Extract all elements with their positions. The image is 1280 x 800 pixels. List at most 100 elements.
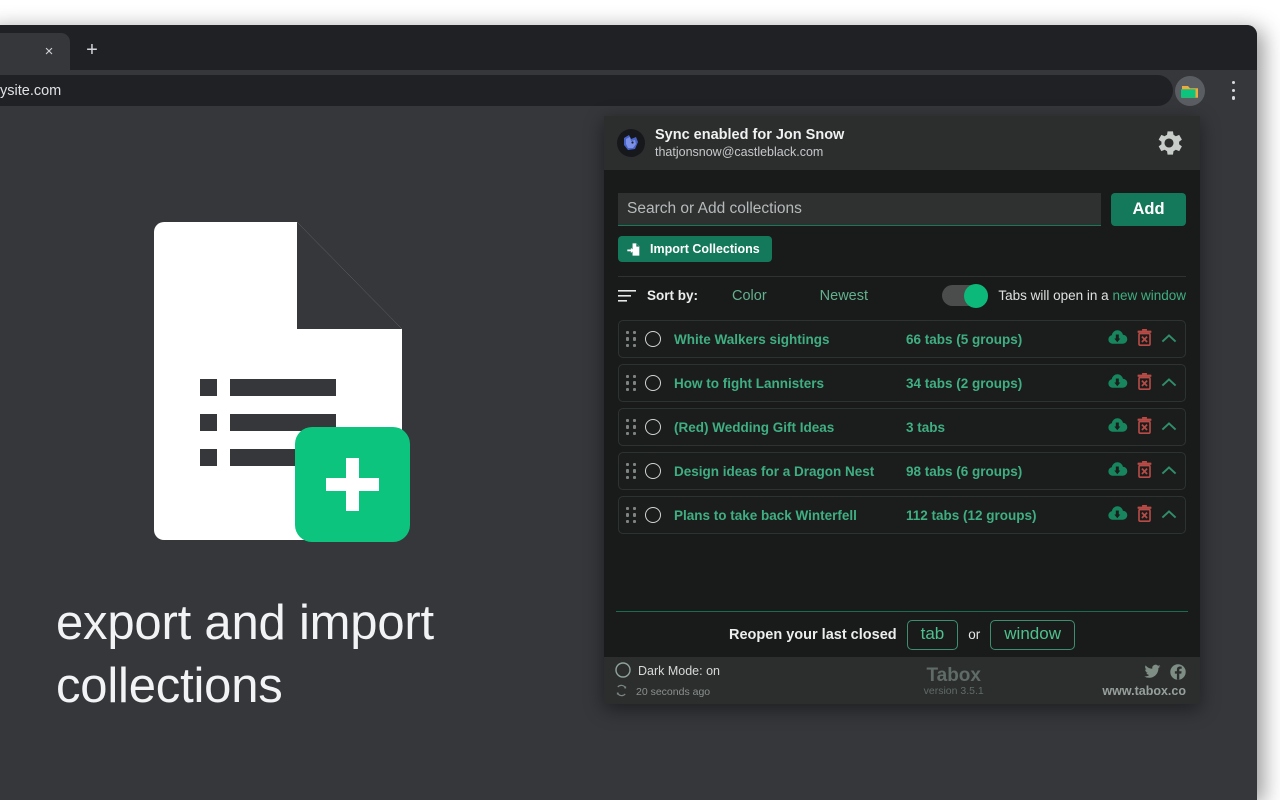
collection-row-actions [1107, 373, 1177, 393]
import-collections-button[interactable]: Import Collections [618, 236, 772, 262]
browser-toolbar: ysite.com [0, 70, 1257, 112]
download-cloud-icon[interactable] [1107, 462, 1128, 481]
chevron-up-icon[interactable] [1161, 376, 1177, 391]
sort-lines-icon[interactable] [618, 289, 636, 303]
collection-name: (Red) Wedding Gift Ideas [674, 420, 906, 435]
download-cloud-icon[interactable] [1107, 374, 1128, 393]
chevron-up-icon[interactable] [1161, 508, 1177, 523]
account-email: thatjonsnow@castleblack.com [655, 144, 1152, 160]
collection-tab-count: 112 tabs (12 groups) [906, 508, 1107, 523]
chevron-up-icon[interactable] [1161, 464, 1177, 479]
color-circle-icon[interactable] [645, 463, 661, 479]
last-sync-time: 20 seconds ago [636, 686, 710, 698]
new-tab-icon[interactable]: + [80, 39, 104, 63]
search-zone: Add Import Collections [604, 170, 1200, 262]
import-file-icon [626, 242, 641, 257]
collection-row-actions [1107, 417, 1177, 437]
twitter-icon[interactable] [1144, 664, 1161, 683]
color-circle-icon[interactable] [645, 507, 661, 523]
drag-handle-icon[interactable] [626, 376, 637, 391]
new-window-toggle-group: Tabs will open in a new window [942, 285, 1186, 306]
dark-mode-icon[interactable] [615, 662, 631, 681]
collection-name: Design ideas for a Dragon Nest [674, 464, 906, 479]
site-url: www.tabox.co [1102, 684, 1186, 698]
collection-name: How to fight Lannisters [674, 376, 906, 391]
toggle-description: Tabs will open in a new window [998, 288, 1186, 303]
collection-row[interactable]: White Walkers sightings 66 tabs (5 group… [618, 320, 1186, 358]
sync-status-title: Sync enabled for Jon Snow [655, 127, 1152, 144]
three-dot-menu-icon[interactable] [1232, 81, 1236, 101]
sort-by-label: Sort by: [647, 288, 698, 303]
chevron-up-icon[interactable] [1161, 332, 1177, 347]
drag-handle-icon[interactable] [626, 464, 637, 479]
footer-status: Dark Mode: on 20 seconds ago [615, 662, 805, 700]
reopen-window-button[interactable]: window [990, 620, 1075, 650]
trash-x-icon[interactable] [1137, 417, 1152, 437]
download-cloud-icon[interactable] [1107, 330, 1128, 349]
collection-name: Plans to take back Winterfell [674, 508, 906, 523]
brand-name: Tabox [805, 665, 1102, 687]
add-button[interactable]: Add [1111, 193, 1186, 226]
sort-option-newest[interactable]: Newest [820, 288, 868, 304]
facebook-icon[interactable] [1170, 664, 1186, 683]
sort-bar: Sort by: Color Newest Tabs will open in … [618, 276, 1186, 314]
browser-window: × + ysite.com [0, 25, 1257, 800]
document-with-plus-icon [154, 222, 429, 552]
collection-tab-count: 98 tabs (6 groups) [906, 464, 1107, 479]
popup-footer: Dark Mode: on 20 seconds ago [604, 657, 1200, 704]
page-viewport: export and import collections Sync enabl… [0, 112, 1257, 800]
promo-caption-line-2: collections [56, 655, 526, 718]
trash-x-icon[interactable] [1137, 373, 1152, 393]
trash-x-icon[interactable] [1137, 461, 1152, 481]
collection-row[interactable]: How to fight Lannisters 34 tabs (2 group… [618, 364, 1186, 402]
download-cloud-icon[interactable] [1107, 418, 1128, 437]
chevron-up-icon[interactable] [1161, 420, 1177, 435]
gear-icon[interactable] [1152, 126, 1186, 160]
download-cloud-icon[interactable] [1107, 506, 1128, 525]
reopen-bar: Reopen your last closed tab or window [616, 611, 1188, 657]
collection-row-actions [1107, 461, 1177, 481]
open-in-new-window-toggle[interactable] [942, 285, 988, 306]
reopen-label: Reopen your last closed [729, 627, 897, 643]
trash-x-icon[interactable] [1137, 505, 1152, 525]
dark-mode-status: Dark Mode: on [638, 664, 720, 678]
browser-tab[interactable]: × [0, 33, 70, 70]
refresh-icon[interactable] [615, 684, 628, 700]
collection-row[interactable]: (Red) Wedding Gift Ideas 3 tabs [618, 408, 1186, 446]
tabox-extension-popup: Sync enabled for Jon Snow thatjonsnow@ca… [604, 116, 1200, 704]
collection-tab-count: 34 tabs (2 groups) [906, 376, 1107, 391]
collection-row-actions [1107, 329, 1177, 349]
close-icon[interactable]: × [38, 41, 60, 63]
color-circle-icon[interactable] [645, 419, 661, 435]
folder-icon[interactable] [1175, 76, 1205, 106]
search-input[interactable] [618, 193, 1101, 226]
color-circle-icon[interactable] [645, 331, 661, 347]
color-circle-icon[interactable] [645, 375, 661, 391]
wolf-avatar [617, 129, 645, 157]
import-collections-label: Import Collections [650, 242, 760, 256]
brand-block: Tabox version 3.5.1 [805, 665, 1102, 697]
sort-option-color[interactable]: Color [732, 288, 767, 304]
promo-caption: export and import collections [56, 592, 526, 717]
browser-tab-strip: × + [0, 25, 1257, 70]
collection-row[interactable]: Design ideas for a Dragon Nest 98 tabs (… [618, 452, 1186, 490]
toggle-description-accent: new window [1112, 288, 1186, 303]
address-bar[interactable]: ysite.com [0, 75, 1173, 106]
drag-handle-icon[interactable] [626, 332, 637, 347]
drag-handle-icon[interactable] [626, 508, 637, 523]
plus-badge-icon [295, 427, 410, 542]
reopen-tab-button[interactable]: tab [907, 620, 959, 650]
promo-block: export and import collections [56, 222, 526, 717]
brand-version: version 3.5.1 [805, 685, 1102, 697]
account-info: Sync enabled for Jon Snow thatjonsnow@ca… [655, 127, 1152, 160]
collection-row-actions [1107, 505, 1177, 525]
trash-x-icon[interactable] [1137, 329, 1152, 349]
collection-row[interactable]: Plans to take back Winterfell 112 tabs (… [618, 496, 1186, 534]
drag-handle-icon[interactable] [626, 420, 637, 435]
collection-tab-count: 3 tabs [906, 420, 1107, 435]
footer-links: www.tabox.co [1102, 664, 1186, 698]
popup-header: Sync enabled for Jon Snow thatjonsnow@ca… [604, 116, 1200, 170]
reopen-or-label: or [968, 627, 980, 642]
promo-caption-line-1: export and import [56, 592, 526, 655]
collection-tab-count: 66 tabs (5 groups) [906, 332, 1107, 347]
